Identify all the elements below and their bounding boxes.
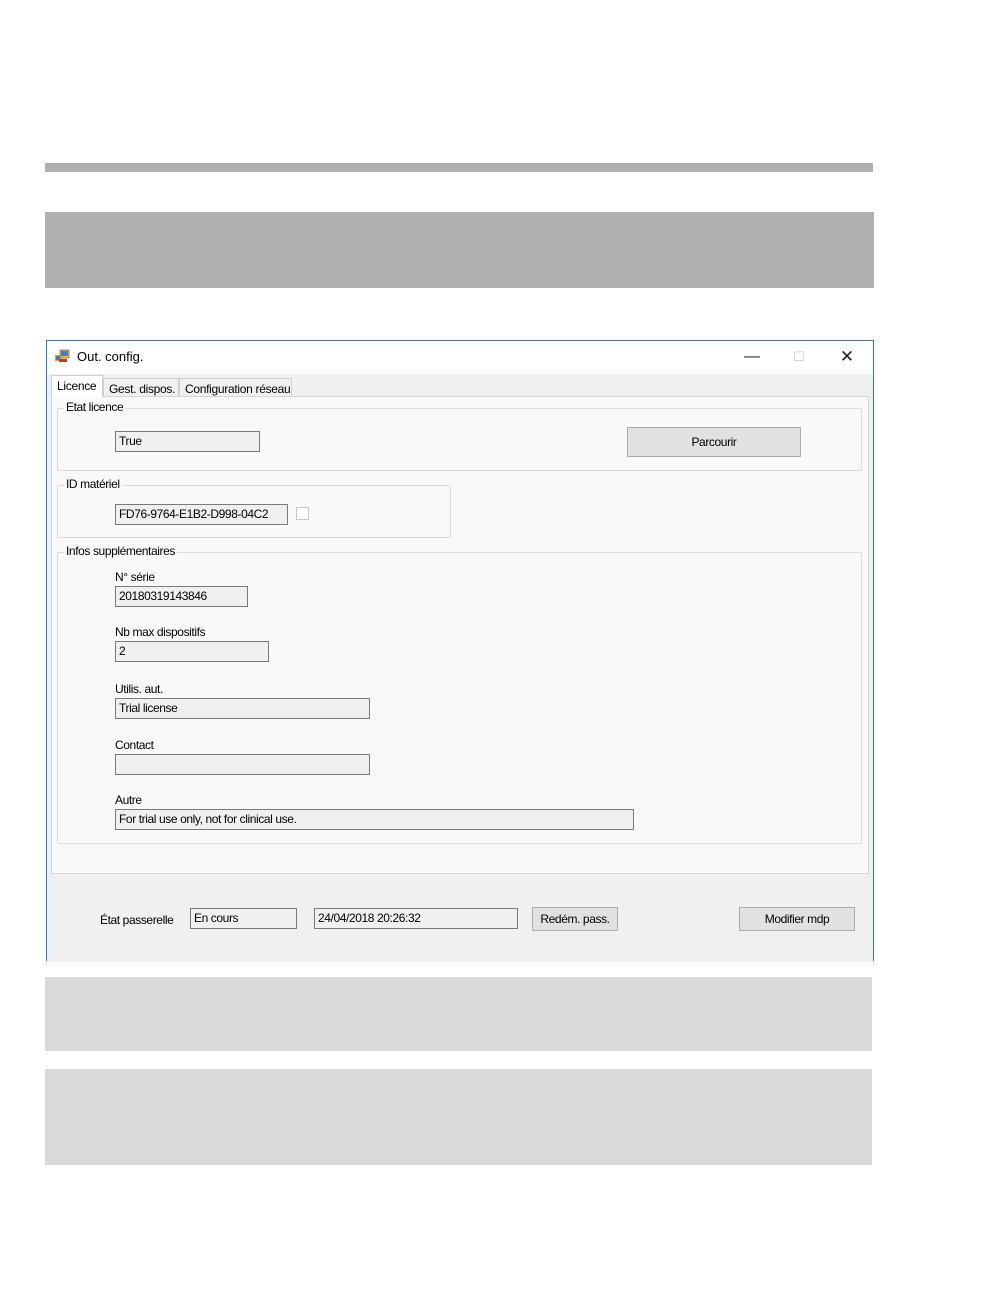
contact-label: Contact <box>115 738 154 752</box>
minimize-icon[interactable]: — <box>729 341 775 373</box>
restart-gateway-button[interactable]: Redém. pass. <box>532 907 618 931</box>
licence-state-group: Etat licence True Parcourir <box>57 400 862 471</box>
gateway-state-field[interactable]: En cours <box>190 908 297 929</box>
redacted-block-bottom-1 <box>45 977 872 1051</box>
window-title: Out. config. <box>77 349 144 364</box>
licence-state-field[interactable]: True <box>115 431 260 452</box>
tab-device-management[interactable]: Gest. dispos. <box>103 378 179 397</box>
browse-button[interactable]: Parcourir <box>627 427 801 457</box>
other-field[interactable]: For trial use only, not for clinical use… <box>115 809 634 830</box>
licence-tab-page: Etat licence True Parcourir ID matériel … <box>51 396 869 874</box>
redacted-block-bottom-2 <box>45 1069 872 1165</box>
maximize-icon[interactable]: ☐ <box>776 341 822 373</box>
change-password-button[interactable]: Modifier mdp <box>739 907 855 931</box>
serial-field[interactable]: 20180319143846 <box>115 586 248 607</box>
hardware-id-group-label: ID matériel <box>64 477 122 491</box>
extra-info-group: Infos supplémentaires N° série 201803191… <box>57 544 862 844</box>
max-devices-label: Nb max dispositifs <box>115 625 206 639</box>
contact-field[interactable] <box>115 754 370 775</box>
gateway-timestamp-field[interactable]: 24/04/2018 20:26:32 <box>314 908 518 929</box>
app-icon <box>55 349 70 364</box>
hardware-id-checkbox[interactable] <box>296 507 309 520</box>
hardware-id-group: ID matériel FD76-9764-E1B2-D998-04C2 <box>57 477 451 538</box>
max-devices-field[interactable]: 2 <box>115 641 269 662</box>
authorized-user-field[interactable]: Trial license <box>115 698 370 719</box>
config-window: Out. config. — ☐ ✕ Licence Gest. dispos.… <box>46 340 874 962</box>
gateway-status-bar: État passerelle En cours 24/04/2018 20:2… <box>47 877 873 962</box>
hardware-id-field[interactable]: FD76-9764-E1B2-D998-04C2 <box>115 504 288 525</box>
redacted-bar-top-thin <box>45 163 873 172</box>
tab-licence[interactable]: Licence <box>51 375 103 397</box>
serial-label: N° série <box>115 570 155 584</box>
tab-network-configuration[interactable]: Configuration réseau <box>179 378 292 397</box>
gateway-state-label: État passerelle <box>100 913 174 927</box>
licence-state-group-label: Etat licence <box>64 400 126 414</box>
title-bar[interactable]: Out. config. — ☐ ✕ <box>47 341 873 374</box>
close-icon[interactable]: ✕ <box>824 341 870 373</box>
other-label: Autre <box>115 793 142 807</box>
authorized-user-label: Utilis. aut. <box>115 682 163 696</box>
extra-info-group-label: Infos supplémentaires <box>64 544 177 558</box>
redacted-block-top <box>45 212 874 288</box>
